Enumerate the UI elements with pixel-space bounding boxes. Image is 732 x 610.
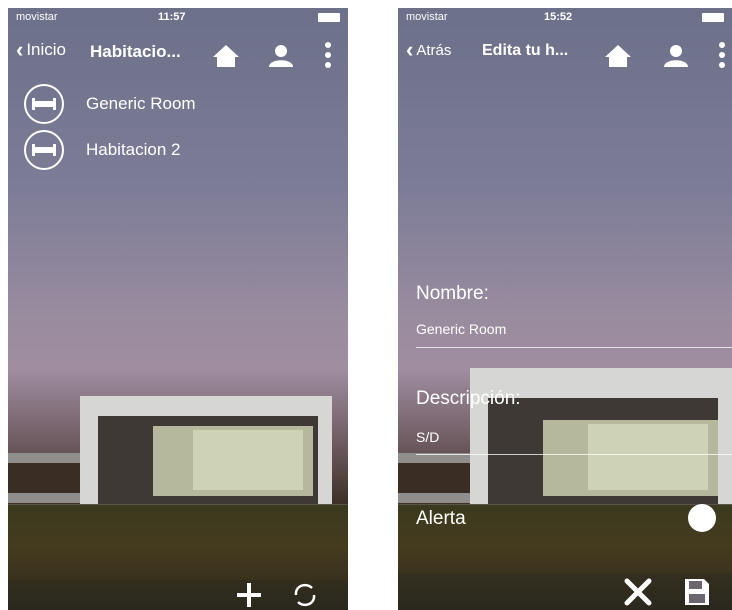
clock: 15:52 — [544, 11, 573, 23]
status-bar: movistar 15:52 — [398, 8, 732, 28]
room-name: Generic Room — [86, 94, 196, 113]
alert-label: Alerta — [416, 508, 466, 529]
bottom-toolbar — [398, 574, 732, 610]
plus-icon[interactable] — [236, 582, 262, 608]
nav-bar: ‹ Atrás Edita tu h... — [398, 32, 732, 72]
carrier-label: movistar — [406, 11, 448, 23]
status-bar: movistar 11:57 — [8, 8, 348, 28]
back-label: Atrás — [416, 41, 452, 59]
nav-bar: ‹ Inicio Habitacio... — [8, 32, 348, 72]
more-options-icon[interactable] — [324, 42, 332, 68]
user-icon[interactable] — [663, 44, 689, 68]
back-button[interactable]: ‹ Atrás — [406, 37, 452, 62]
name-label: Nombre: — [416, 283, 489, 304]
back-button[interactable]: ‹ Inicio — [16, 37, 67, 62]
description-label: Descripción: — [416, 388, 521, 409]
page-title: Habitacio... — [90, 42, 181, 61]
more-options-icon[interactable] — [718, 42, 726, 68]
alert-toggle[interactable] — [688, 504, 716, 532]
bed-icon — [24, 130, 64, 170]
name-field[interactable]: Generic Room — [416, 321, 506, 337]
list-item[interactable]: Habitacion 2 — [24, 130, 181, 170]
battery-icon — [318, 13, 340, 22]
name-field-underline — [416, 347, 732, 348]
close-icon[interactable] — [624, 578, 652, 606]
page-title: Edita tu h... — [482, 42, 569, 59]
list-item[interactable]: Generic Room — [24, 84, 196, 124]
description-field[interactable]: S/D — [416, 429, 439, 445]
battery-icon — [702, 13, 724, 22]
home-icon[interactable] — [604, 44, 632, 68]
bed-icon — [24, 84, 64, 124]
carrier-label: movistar — [16, 11, 58, 23]
home-icon[interactable] — [212, 44, 240, 68]
room-list-screen: movistar 11:57 ‹ Inicio Habitacio... Gen… — [8, 8, 348, 610]
save-icon[interactable] — [684, 578, 710, 606]
edit-room-screen: movistar 15:52 ‹ Atrás Edita tu h... Nom… — [398, 8, 732, 610]
chevron-left-icon: ‹ — [406, 37, 414, 62]
chevron-left-icon: ‹ — [16, 37, 24, 62]
description-field-underline — [416, 454, 732, 455]
user-icon[interactable] — [268, 44, 294, 68]
clock: 11:57 — [158, 11, 186, 23]
back-label: Inicio — [26, 40, 67, 59]
room-name: Habitacion 2 — [86, 140, 181, 159]
refresh-icon[interactable] — [292, 582, 318, 608]
bottom-toolbar — [8, 580, 348, 610]
